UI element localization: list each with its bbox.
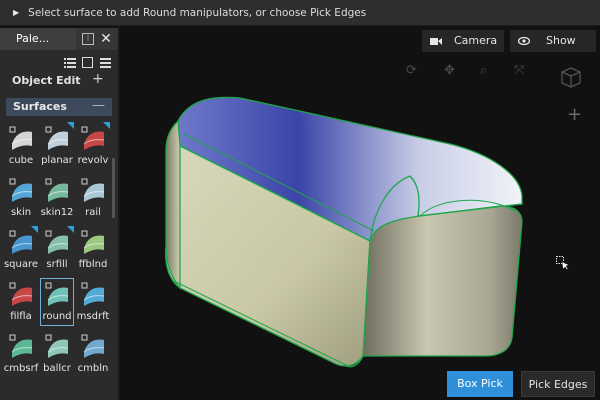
view-cube-icon[interactable] (560, 66, 582, 88)
tool-cmbln[interactable]: cmbln (76, 330, 110, 380)
submenu-corner-icon (67, 122, 74, 129)
show-label: Show (546, 34, 576, 47)
cmbsrf-icon (9, 334, 33, 358)
collapse-minus-icon[interactable]: — (92, 98, 105, 113)
tool-msdrft[interactable]: msdrft (76, 278, 110, 328)
tool-square[interactable]: square (4, 226, 38, 276)
srfill-icon (45, 230, 69, 254)
tool-cube[interactable]: cube (4, 122, 38, 172)
ballcr-icon (45, 334, 69, 358)
object-edit-heading[interactable]: Object Edit (12, 74, 80, 87)
fit-view-icon[interactable]: ⤧ (514, 63, 524, 78)
box-pick-button[interactable]: Box Pick (447, 371, 513, 397)
panel-menu-icon[interactable]: ⁝ (82, 33, 94, 45)
tool-ballcr[interactable]: ballcr (40, 330, 74, 380)
round-icon (45, 282, 69, 306)
skin12-icon (45, 178, 69, 202)
hint-bar: ▶ Select surface to add Round manipulato… (0, 0, 600, 26)
close-icon[interactable]: ✕ (99, 32, 113, 46)
tool-label: cmbln (77, 363, 109, 374)
tool-label: revolv (77, 155, 109, 166)
ffblnd-icon (81, 230, 105, 254)
surfaces-heading: Surfaces (13, 100, 67, 113)
rounded-box-model[interactable] (120, 26, 600, 400)
tool-label: rail (85, 207, 101, 218)
add-icon[interactable]: + (567, 104, 582, 125)
camera-button[interactable]: Camera (422, 30, 504, 52)
eye-icon (518, 36, 530, 46)
submenu-corner-icon (31, 226, 38, 233)
tool-planar[interactable]: planar (40, 122, 74, 172)
palette-scrollbar[interactable] (112, 158, 115, 218)
surfaces-section-header[interactable]: Surfaces — (6, 98, 112, 116)
filfla-icon (9, 282, 33, 306)
palette-view-controls (0, 54, 118, 72)
tool-round[interactable]: round (40, 278, 74, 328)
revolve-icon (81, 126, 105, 150)
palette-panel: Pale... ⁝ ✕ Object Edit + Surfaces — cub… (0, 28, 118, 400)
rail-icon (81, 178, 105, 202)
skin-icon (9, 178, 33, 202)
tool-revolv[interactable]: revolv (76, 122, 110, 172)
hint-text: Select surface to add Round manipulators… (28, 6, 367, 19)
pick-edges-button[interactable]: Pick Edges (521, 371, 595, 397)
square-icon (9, 230, 33, 254)
show-button[interactable]: Show (510, 30, 596, 52)
tool-rail[interactable]: rail (76, 174, 110, 224)
expand-plus-icon[interactable]: + (92, 71, 104, 87)
list-view-icon[interactable] (64, 58, 76, 68)
zoom-icon[interactable]: ⌕ (480, 63, 487, 78)
palette-tab[interactable]: Pale... (0, 28, 76, 50)
submenu-corner-icon (103, 122, 110, 129)
planar-icon (45, 126, 69, 150)
3d-viewport[interactable]: Camera Show ⟳ ✥ ⌕ ⤧ + Box Pick Pick Edge… (120, 26, 600, 400)
cmbln-icon (81, 334, 105, 358)
tool-label: ffblnd (78, 259, 108, 270)
camera-icon (430, 38, 442, 45)
tool-ffblnd[interactable]: ffblnd (76, 226, 110, 276)
tool-cmbsrf[interactable]: cmbsrf (4, 330, 38, 380)
tool-skin12[interactable]: skin12 (40, 174, 74, 224)
pan-icon[interactable]: ✥ (444, 63, 455, 78)
camera-label: Camera (454, 34, 498, 47)
palette-header: Pale... ⁝ ✕ (0, 28, 118, 50)
tool-skin[interactable]: skin (4, 174, 38, 224)
tool-filfla[interactable]: filfla (4, 278, 38, 328)
box-select-cursor-icon (556, 256, 570, 270)
msdrft-icon (81, 282, 105, 306)
square-view-icon[interactable] (82, 57, 93, 68)
tumble-icon[interactable]: ⟳ (406, 63, 417, 78)
submenu-corner-icon (67, 226, 74, 233)
tool-label: msdrft (76, 311, 110, 322)
expand-arrow-icon[interactable]: ▶ (13, 8, 19, 17)
menu-icon[interactable] (100, 58, 111, 68)
tool-srfill[interactable]: srfill (40, 226, 74, 276)
cube-icon (9, 126, 33, 150)
